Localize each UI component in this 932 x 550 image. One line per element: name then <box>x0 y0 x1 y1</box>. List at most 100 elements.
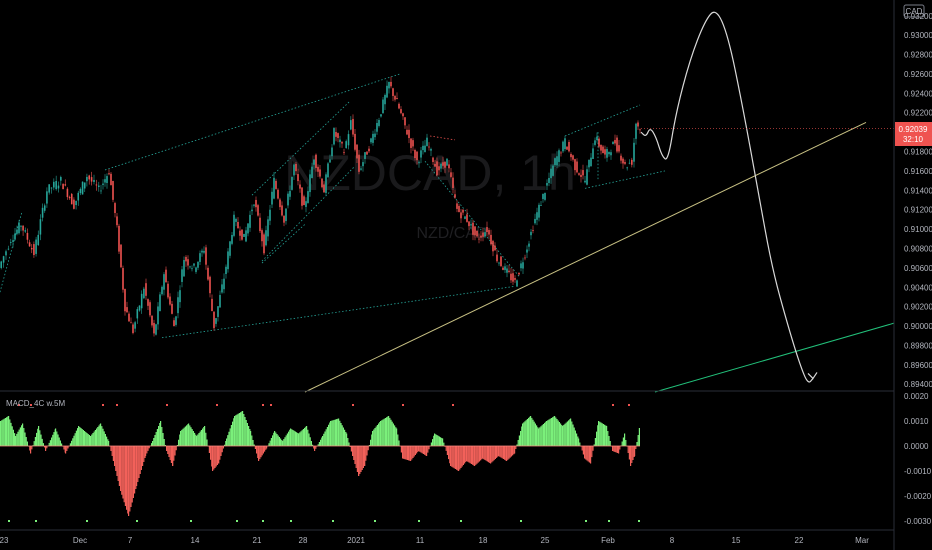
macd-bar <box>186 425 188 446</box>
macd-bar <box>12 429 14 446</box>
macd-bar <box>101 426 103 446</box>
macd-bar <box>554 416 556 446</box>
candle-body <box>337 133 339 139</box>
candle-body <box>199 253 201 262</box>
macd-bar <box>548 419 550 446</box>
macd-bar <box>91 434 93 446</box>
macd-bar <box>137 446 139 482</box>
candle-body <box>339 139 341 143</box>
macd-bar <box>468 446 470 463</box>
macd-signal-dot <box>612 404 614 406</box>
candle-body <box>478 238 480 240</box>
macd-bar <box>386 417 388 446</box>
macd-bar <box>432 439 434 446</box>
candle-body <box>126 307 128 313</box>
macd-bar <box>607 431 609 446</box>
candle-body <box>410 138 412 148</box>
macd-bar <box>472 446 474 465</box>
time-tick-label: 7 <box>128 536 133 545</box>
macd-bar <box>123 446 125 503</box>
macd-bar <box>434 433 436 446</box>
macd-bar <box>78 426 80 446</box>
macd-bar <box>558 422 560 446</box>
macd-bar <box>614 446 616 452</box>
candle-body <box>112 180 114 200</box>
macd-indicator-title[interactable]: MACD_4C w.5M <box>6 399 65 408</box>
candle-body <box>297 174 299 182</box>
macd-bar <box>306 426 308 446</box>
macd-bar <box>191 429 193 446</box>
macd-bar <box>474 446 476 466</box>
macd-bar <box>294 431 296 446</box>
macd-bar <box>389 417 391 446</box>
macd-bar <box>48 442 50 446</box>
candle-body <box>86 176 88 182</box>
candle-body <box>500 256 502 267</box>
candle-body <box>440 163 442 169</box>
currency-badge[interactable]: CAD <box>903 4 925 18</box>
macd-bar <box>134 446 136 494</box>
macd-bar <box>216 446 218 465</box>
candle-body <box>631 159 633 165</box>
macd-signal-dot <box>86 520 88 522</box>
macd-bar <box>634 446 636 456</box>
macd-bar <box>480 446 482 461</box>
macd-bar <box>82 430 84 446</box>
candle-body <box>438 166 440 171</box>
candle-body <box>251 209 253 212</box>
macd-bar <box>166 446 168 451</box>
candle-body <box>289 190 291 197</box>
macd-bar <box>9 419 11 446</box>
macd-bar <box>69 443 71 446</box>
candle-body <box>516 280 518 287</box>
macd-bar <box>624 433 626 446</box>
macd-signal-dot <box>262 520 264 522</box>
macd-bar <box>92 433 94 446</box>
macd-bar <box>372 431 374 446</box>
macd-bar <box>324 431 326 446</box>
macd-bar <box>198 433 200 446</box>
candle-body <box>93 179 95 182</box>
macd-bar <box>450 446 452 466</box>
macd-bar <box>90 436 92 446</box>
macd-bar <box>154 435 156 446</box>
candle-body <box>143 288 145 299</box>
candle <box>446 158 448 166</box>
macd-bar <box>461 446 463 467</box>
candle-body <box>46 191 48 204</box>
macd-bar <box>145 446 147 456</box>
macd-bar <box>58 437 60 446</box>
macd-bar <box>197 434 199 446</box>
macd-bar <box>88 435 90 446</box>
macd-bar <box>162 433 164 446</box>
macd-bar <box>192 431 194 446</box>
candle-body <box>333 128 335 145</box>
macd-bar <box>229 428 231 446</box>
candle-body <box>452 177 454 188</box>
macd-bar <box>636 442 638 446</box>
macd-bar <box>3 418 5 446</box>
macd-bar <box>146 446 148 454</box>
macd-bar <box>380 421 382 446</box>
macd-bar <box>478 446 480 462</box>
candle-body <box>492 240 494 252</box>
macd-bar <box>26 441 28 446</box>
candle-body <box>197 261 199 268</box>
macd-bar <box>384 418 386 446</box>
macd-bar <box>358 446 360 476</box>
candle-body <box>400 109 402 114</box>
candle-body <box>303 196 305 206</box>
candle-body <box>321 178 323 188</box>
candle-body <box>386 85 388 98</box>
candle <box>35 236 37 257</box>
macd-bar <box>574 430 576 446</box>
macd-signal-dot <box>520 520 522 522</box>
macd-bar <box>189 425 191 446</box>
candle-body <box>582 170 584 176</box>
macd-bar <box>402 446 404 459</box>
macd-signal-dot <box>608 520 610 522</box>
macd-bar <box>562 426 564 446</box>
candle-body <box>173 320 175 327</box>
candle-body <box>637 122 639 127</box>
candle-body <box>134 322 136 329</box>
